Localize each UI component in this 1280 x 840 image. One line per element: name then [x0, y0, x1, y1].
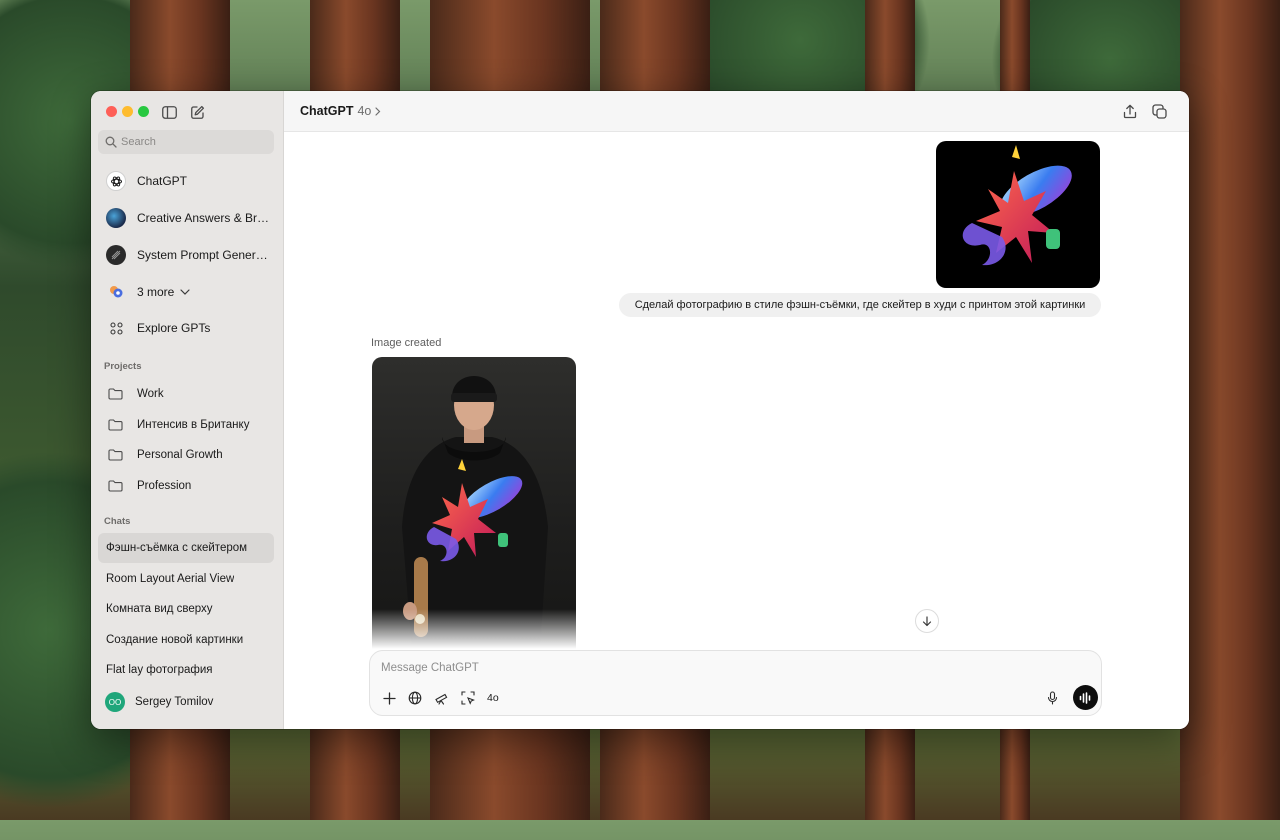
sidebar-toggle-icon	[161, 105, 177, 119]
globe-icon	[408, 691, 422, 705]
user-message-text: Сделай фотографию в стиле фэшн-съёмки, г…	[634, 299, 1086, 311]
sidebar-item-label: Creative Answers & Brai...	[137, 211, 274, 225]
voice-mode-button[interactable]	[1073, 685, 1098, 710]
message-composer[interactable]: Message ChatGPT 4o	[369, 650, 1102, 716]
project-item-work[interactable]: Work	[98, 380, 274, 408]
model-selector[interactable]: ChatGPT 4o	[300, 104, 381, 118]
chat-label: Room Layout Aerial View	[106, 573, 235, 585]
image-created-caption: Image created	[371, 337, 442, 349]
user-account-button[interactable]: OO Sergey Tomilov	[105, 692, 213, 712]
chat-label: Создание новой картинки	[106, 634, 244, 646]
model-label[interactable]: 4o	[487, 692, 499, 704]
compose-icon	[190, 105, 204, 119]
chat-item-room-layout[interactable]: Room Layout Aerial View	[98, 564, 274, 594]
web-search-button[interactable]	[406, 689, 424, 707]
chat-item-room-top-view[interactable]: Комната вид сверху	[98, 594, 274, 624]
generated-image[interactable]	[372, 357, 576, 649]
project-item-personal-growth[interactable]: Personal Growth	[98, 441, 274, 469]
toggle-sidebar-button[interactable]	[159, 102, 179, 122]
selection-cursor-icon	[461, 691, 475, 705]
share-icon	[1123, 104, 1137, 118]
sidebar-item-label: Explore GPTs	[137, 321, 211, 335]
user-message-bubble: Сделай фотографию в стиле фэшн-съёмки, г…	[619, 293, 1101, 317]
share-button[interactable]	[1122, 103, 1138, 119]
chevron-down-icon	[180, 289, 190, 295]
sidebar-item-explore-gpts[interactable]: Explore GPTs	[98, 313, 274, 343]
chats-section-label: Chats	[104, 516, 131, 527]
plus-icon	[382, 691, 396, 705]
new-chat-button[interactable]	[187, 102, 207, 122]
dictation-button[interactable]	[1043, 689, 1061, 707]
chevron-right-icon	[375, 106, 381, 116]
chat-label: Фэшн-съёмка с скейтером	[106, 542, 248, 554]
tools-button[interactable]	[432, 689, 450, 707]
folder-icon	[108, 419, 124, 431]
system-prompt-avatar	[106, 245, 126, 265]
avatar: OO	[105, 692, 125, 712]
folder-icon	[108, 388, 124, 400]
close-window-button[interactable]	[106, 106, 117, 117]
search-placeholder: Search	[121, 136, 156, 148]
sidebar-item-chatgpt[interactable]: ChatGPT	[98, 166, 274, 196]
search-field[interactable]: Search	[98, 130, 274, 154]
new-window-icon	[1151, 103, 1167, 119]
screen-capture-button[interactable]	[459, 689, 477, 707]
sidebar-item-label: 3 more	[137, 285, 175, 299]
chat-item-flat-lay[interactable]: Flat lay фотография	[98, 655, 274, 685]
attach-button[interactable]	[380, 689, 398, 707]
project-item-profession[interactable]: Profession	[98, 472, 274, 500]
chatgpt-window: Search ChatGPT Creative Answers & Brai..…	[91, 91, 1189, 729]
image-fade-overlay	[372, 609, 576, 649]
new-window-button[interactable]	[1151, 103, 1167, 119]
grid-icon	[106, 318, 126, 338]
waveform-icon	[1079, 691, 1091, 704]
project-item-intensive[interactable]: Интенсив в Британку	[98, 411, 274, 439]
folder-icon	[108, 480, 124, 492]
model-version: 4o	[357, 104, 372, 118]
arrow-down-icon	[922, 615, 932, 626]
microphone-icon	[1047, 691, 1057, 705]
sidebar-item-more-gpts[interactable]: 3 more	[98, 277, 274, 307]
sidebar: Search ChatGPT Creative Answers & Brai..…	[91, 91, 284, 729]
message-input-placeholder: Message ChatGPT	[381, 662, 479, 674]
sidebar-item-label: System Prompt Generator	[137, 248, 274, 262]
top-bar: ChatGPT 4o	[284, 91, 1189, 132]
telescope-icon	[434, 693, 447, 705]
folder-icon	[108, 449, 124, 461]
project-label: Personal Growth	[137, 449, 223, 461]
projects-section-label: Projects	[104, 361, 142, 372]
sidebar-item-system-prompt-generator[interactable]: System Prompt Generator	[98, 240, 274, 270]
chat-item-new-picture[interactable]: Создание новой картинки	[98, 625, 274, 655]
project-label: Work	[137, 388, 164, 400]
more-gpts-icon	[106, 282, 126, 302]
chat-item-fashion-shoot[interactable]: Фэшн-съёмка с скейтером	[98, 533, 274, 563]
main-panel: ChatGPT 4o Сделай фотографию в стиле фэш…	[284, 91, 1189, 729]
maximize-window-button[interactable]	[138, 106, 149, 117]
app-title: ChatGPT	[300, 104, 354, 118]
chatgpt-logo-icon	[106, 171, 126, 191]
project-label: Profession	[137, 480, 192, 492]
chat-label: Flat lay фотография	[106, 664, 213, 676]
user-name: Sergey Tomilov	[135, 696, 214, 708]
chat-label: Комната вид сверху	[106, 603, 213, 615]
creative-answers-avatar	[106, 208, 126, 228]
search-icon	[105, 136, 117, 148]
minimize-window-button[interactable]	[122, 106, 133, 117]
sidebar-item-label: ChatGPT	[137, 174, 188, 188]
project-label: Интенсив в Британку	[137, 419, 250, 431]
scroll-to-bottom-button[interactable]	[915, 609, 939, 633]
user-uploaded-image[interactable]	[936, 141, 1100, 288]
sidebar-item-creative-answers[interactable]: Creative Answers & Brai...	[98, 203, 274, 233]
